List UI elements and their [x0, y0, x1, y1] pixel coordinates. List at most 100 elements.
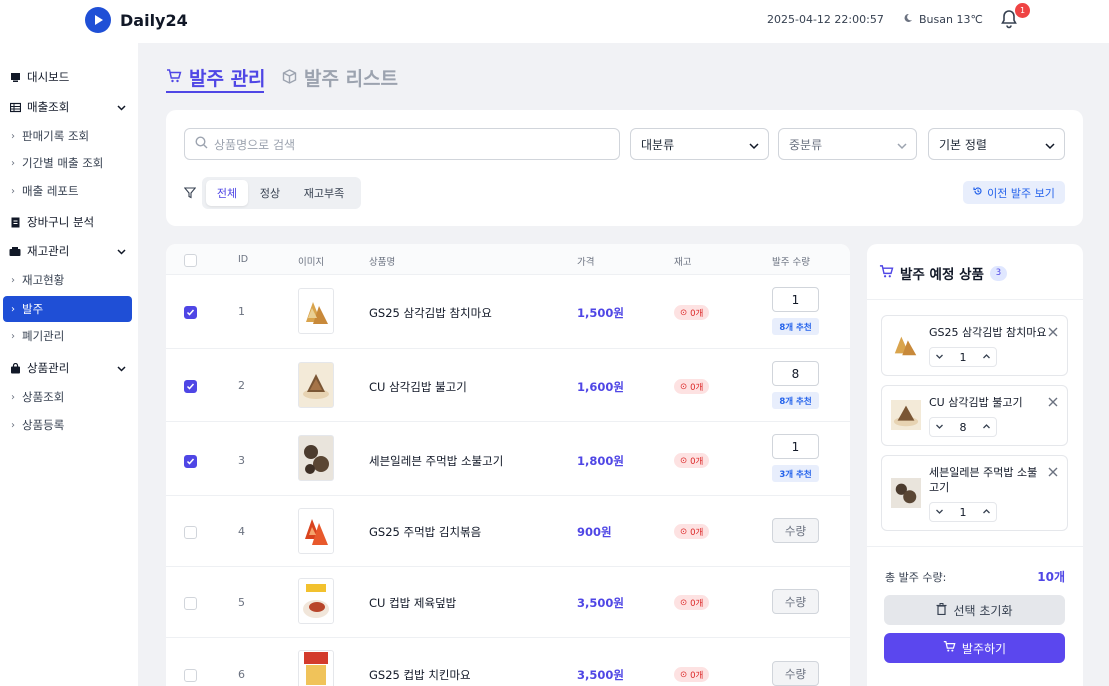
tab-order-list[interactable]: 발주 리스트	[282, 64, 398, 91]
chevron-down-icon	[897, 140, 907, 154]
stepper-value[interactable]: 1	[960, 506, 967, 519]
moon-icon	[903, 13, 913, 26]
stepper-value[interactable]: 1	[960, 351, 967, 364]
chevron-right-icon: ›	[11, 330, 15, 342]
row-checkbox[interactable]	[184, 306, 197, 319]
category-minor-select[interactable]: 중분류	[778, 128, 917, 160]
order-qty-input[interactable]: 1	[772, 287, 819, 312]
product-id: 5	[238, 596, 245, 609]
chevron-down-icon[interactable]	[935, 350, 944, 364]
chevron-right-icon: ›	[11, 130, 15, 142]
row-checkbox[interactable]	[184, 597, 197, 610]
sidebar-item-product-search[interactable]: › 상품조회	[0, 385, 138, 409]
stock-value: 0개	[690, 382, 704, 393]
sidebar: 대시보드 매출조회 › 판매기록 조회 › 기간별 매출 조회 › 매출 레포트 장바…	[0, 43, 138, 686]
close-icon[interactable]	[1048, 396, 1058, 410]
button-label: 선택 초기화	[953, 603, 1013, 618]
category-major-select[interactable]: 대분류	[630, 128, 769, 160]
sidebar-item-sales-history[interactable]: › 판매기록 조회	[0, 124, 138, 148]
reset-selection-button[interactable]: 선택 초기화	[884, 595, 1065, 625]
product-image	[298, 508, 334, 554]
product-id: 4	[238, 525, 245, 538]
sidebar-label: 폐기관리	[22, 329, 65, 343]
product-id: 2	[238, 379, 245, 392]
close-icon[interactable]	[1048, 466, 1058, 480]
stock-value: 0개	[690, 456, 704, 467]
recommend-badge[interactable]: 8개 추천	[772, 318, 819, 335]
alert-circle-icon: ⊙	[680, 526, 688, 537]
segment-all[interactable]: 전체	[206, 180, 248, 206]
search-placeholder: 상품명으로 검색	[214, 137, 296, 152]
button-label: 이전 발주 보기	[987, 186, 1055, 200]
close-icon[interactable]	[1048, 326, 1058, 340]
alert-circle-icon: ⊙	[680, 669, 688, 680]
product-price: 3,500원	[577, 668, 624, 682]
sidebar-item-disposal[interactable]: › 폐기관리	[0, 324, 138, 348]
sidebar-label: 재고현황	[22, 273, 65, 287]
sort-select[interactable]: 기본 정렬	[928, 128, 1065, 160]
product-image	[298, 362, 334, 408]
table-row: 4 GS25 주먹밥 김치볶음 900원 ⊙ 0개 수량	[166, 496, 850, 567]
segment-normal[interactable]: 정상	[250, 180, 290, 206]
place-order-button[interactable]: 발주하기	[884, 633, 1065, 663]
row-checkbox[interactable]	[184, 526, 197, 539]
recommend-badge[interactable]: 3개 추천	[772, 465, 819, 482]
order-panel: 발주 예정 상품 3 GS25 삼각김밥 참치마요 1 CU 삼각김밥 불고기 …	[867, 244, 1083, 686]
order-qty-input[interactable]: 1	[772, 434, 819, 459]
order-item-name: GS25 삼각김밥 참치마요	[929, 326, 1047, 339]
sidebar-item-dashboard[interactable]: 대시보드	[0, 64, 138, 90]
chevron-down-icon[interactable]	[935, 505, 944, 519]
chevron-down-icon	[1045, 140, 1055, 154]
product-name: GS25 삼각김밥 참치마요	[369, 306, 492, 320]
table-row: 2 CU 삼각김밥 불고기 1,600원 ⊙ 0개 8 8개 추천	[166, 349, 850, 422]
dashboard-icon	[9, 71, 21, 83]
chevron-up-icon[interactable]	[982, 505, 991, 519]
inventory-icon	[9, 245, 21, 257]
sidebar-label: 기간별 매출 조회	[22, 156, 104, 170]
tab-order-management[interactable]: 발주 관리	[166, 64, 266, 91]
chevron-up-icon[interactable]	[982, 420, 991, 434]
column-header-id: ID	[238, 254, 249, 265]
sidebar-item-sales[interactable]: 매출조회	[0, 94, 138, 120]
row-checkbox[interactable]	[184, 455, 197, 468]
row-checkbox[interactable]	[184, 669, 197, 682]
order-item-image	[891, 330, 921, 360]
sidebar-item-basket-analysis[interactable]: 장바구니 분석	[0, 209, 138, 235]
sidebar-item-sales-report[interactable]: › 매출 레포트	[0, 179, 138, 203]
order-item: CU 삼각김밥 불고기 8	[881, 385, 1068, 446]
sidebar-item-period-sales[interactable]: › 기간별 매출 조회	[0, 151, 138, 175]
search-icon	[195, 136, 208, 152]
sidebar-item-inventory[interactable]: 재고관리	[0, 238, 138, 264]
stepper-value[interactable]: 8	[960, 421, 967, 434]
app-logo[interactable]: Daily24	[85, 7, 188, 33]
select-all-checkbox[interactable]	[184, 254, 197, 267]
chevron-down-icon[interactable]	[935, 420, 944, 434]
product-image	[298, 578, 334, 624]
search-input[interactable]: 상품명으로 검색	[184, 128, 620, 160]
order-qty-input[interactable]: 수량	[772, 661, 819, 686]
segment-low-stock[interactable]: 재고부족	[292, 180, 356, 206]
sidebar-item-order[interactable]: › 발주	[3, 296, 132, 322]
product-table: ID 이미지 상품명 가격 재고 발주 수량 1 GS25 삼각김밥 참치마요 …	[166, 244, 850, 686]
product-id: 3	[238, 454, 245, 467]
order-qty-input[interactable]: 수량	[772, 518, 819, 543]
recommend-badge[interactable]: 8개 추천	[772, 392, 819, 409]
order-qty-input[interactable]: 8	[772, 361, 819, 386]
filter-card: 상품명으로 검색 대분류 중분류 기본 정렬 전체 정상 재고부족 이전 발주 …	[166, 110, 1083, 226]
sidebar-item-products[interactable]: 상품관리	[0, 355, 138, 381]
order-item-image	[891, 478, 921, 508]
chevron-up-icon[interactable]	[982, 350, 991, 364]
product-image	[298, 435, 334, 481]
order-qty-input[interactable]: 수량	[772, 589, 819, 614]
sidebar-item-stock-status[interactable]: › 재고현황	[0, 268, 138, 292]
previous-orders-button[interactable]: 이전 발주 보기	[963, 181, 1065, 204]
chevron-right-icon: ›	[11, 185, 15, 197]
product-price: 3,500원	[577, 596, 624, 610]
row-checkbox[interactable]	[184, 380, 197, 393]
stock-badge: ⊙ 0개	[674, 524, 710, 539]
stock-badge: ⊙ 0개	[674, 305, 710, 320]
order-item: 세븐일레븐 주먹밥 소불고기 1	[881, 455, 1068, 531]
order-item-name: CU 삼각김밥 불고기	[929, 396, 1023, 409]
product-price: 1,800원	[577, 454, 624, 468]
sidebar-item-product-register[interactable]: › 상품등록	[0, 413, 138, 437]
